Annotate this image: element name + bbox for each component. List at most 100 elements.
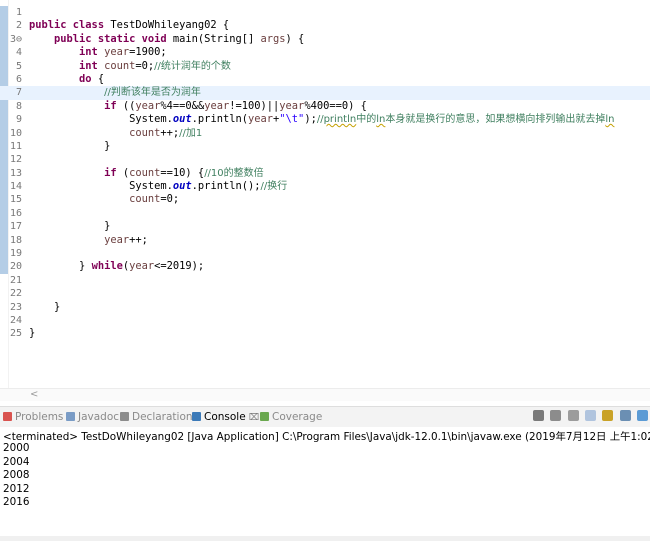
code-text[interactable]: } while(year<=2019); <box>29 260 204 273</box>
line-number: 14 <box>9 181 22 193</box>
remove-launch-icon[interactable] <box>550 410 562 421</box>
code-line[interactable]: 25} <box>0 327 650 340</box>
close-icon[interactable]: ⌧ <box>249 413 259 423</box>
code-line[interactable]: 4 int year=1900; <box>0 46 650 59</box>
display-console-icon[interactable] <box>637 410 648 421</box>
code-text[interactable]: System.out.println();//换行 <box>29 180 287 193</box>
tab-label: Javadoc <box>78 411 120 423</box>
line-number: 23 <box>9 301 22 313</box>
line-number: 20 <box>9 261 22 273</box>
code-text[interactable]: int count=0;//统计润年的个数 <box>29 60 231 73</box>
panel-bottom-edge <box>0 536 650 541</box>
remove-all-icon[interactable] <box>567 410 579 421</box>
code-line[interactable]: 11 } <box>0 140 650 153</box>
code-line[interactable]: 16 <box>0 207 650 220</box>
code-line[interactable]: 23 } <box>0 301 650 314</box>
line-number: 2 <box>15 20 22 32</box>
code-line[interactable]: 5 int count=0;//统计润年的个数 <box>0 60 650 73</box>
console-icon <box>192 412 201 421</box>
line-number: 21 <box>9 274 22 286</box>
line-number: 11 <box>9 140 22 152</box>
view-tab-bar: Problems Javadoc Declaration Console ⌧ Co… <box>0 406 650 428</box>
console-output-line: 2000 <box>3 442 30 454</box>
terminate-icon[interactable] <box>532 410 544 421</box>
code-text[interactable]: System.out.println(year+"\t");//println中… <box>29 113 614 126</box>
console-toolbar <box>530 410 648 424</box>
code-line[interactable]: 6 do { <box>0 73 650 86</box>
tab-declaration[interactable]: Declaration <box>120 407 193 427</box>
code-line[interactable]: 19 <box>0 247 650 260</box>
code-line[interactable]: 14 System.out.println();//换行 <box>0 180 650 193</box>
console-output-line: 2012 <box>3 482 30 495</box>
code-lines[interactable]: 1 2 public class TestDoWhileyang02 {3⊖ pub… <box>0 6 650 341</box>
code-text[interactable]: if ((year%4==0&&year!=100)||year%400==0)… <box>29 100 367 113</box>
line-number: 4 <box>15 47 22 59</box>
code-line[interactable]: 22 <box>0 287 650 300</box>
code-editor[interactable]: 1 2 public class TestDoWhileyang02 {3⊖ pub… <box>0 0 650 401</box>
console-view[interactable]: <terminated> TestDoWhileyang02 [Java App… <box>0 427 650 541</box>
line-number: 24 <box>9 314 22 326</box>
console-output-line: 2016 <box>3 496 30 508</box>
coverage-icon <box>260 412 269 421</box>
line-number: 12 <box>9 154 22 166</box>
tab-javadoc[interactable]: Javadoc <box>66 407 119 427</box>
line-number: 17 <box>9 221 22 233</box>
code-text[interactable]: year++; <box>29 234 148 247</box>
line-number: 9 <box>15 114 22 126</box>
pin-console-icon[interactable] <box>619 410 631 421</box>
code-line[interactable]: 12 <box>0 153 650 166</box>
tab-coverage[interactable]: Coverage <box>260 407 322 427</box>
code-line[interactable]: 8 if ((year%4==0&&year!=100)||year%400==… <box>0 100 650 113</box>
line-number: 19 <box>9 248 22 260</box>
line-number: 1 <box>15 7 22 18</box>
code-text[interactable]: } <box>29 220 110 233</box>
code-line[interactable]: 15 count=0; <box>0 193 650 206</box>
code-line[interactable]: 9 System.out.println(year+"\t");//printl… <box>0 113 650 126</box>
code-text[interactable]: } <box>29 327 35 340</box>
code-line[interactable]: 13 if (count==10) {//10的整数倍 <box>0 167 650 180</box>
line-number: 15 <box>9 194 22 206</box>
clear-console-icon[interactable] <box>584 410 596 421</box>
line-number: 5 <box>15 60 22 72</box>
code-line[interactable]: 10 count++;//加1 <box>0 127 650 140</box>
code-line[interactable]: 17 } <box>0 220 650 233</box>
line-number: 10 <box>9 127 22 139</box>
line-number: 16 <box>9 207 22 219</box>
tab-problems[interactable]: Problems <box>3 407 63 427</box>
scroll-left-icon[interactable]: < <box>30 389 38 401</box>
tab-label: Problems <box>15 411 64 423</box>
code-line[interactable]: 1 <box>0 6 650 19</box>
javadoc-icon <box>66 412 75 421</box>
horizontal-scrollbar[interactable]: < <box>0 388 650 401</box>
line-number: 18 <box>9 234 22 246</box>
line-number: 6 <box>15 73 22 85</box>
code-text[interactable]: public class TestDoWhileyang02 { <box>29 19 229 32</box>
code-line[interactable]: 3⊖ public static void main(String[] args… <box>0 33 650 46</box>
line-number: 22 <box>9 288 22 300</box>
code-line[interactable]: 7 //判断该年是否为润年 <box>0 86 650 100</box>
code-line[interactable]: 18 year++; <box>0 234 650 247</box>
code-line[interactable]: 24 <box>0 314 650 327</box>
code-text[interactable]: if (count==10) {//10的整数倍 <box>29 167 264 180</box>
code-text[interactable]: //判断该年是否为润年 <box>29 86 201 99</box>
declaration-icon <box>120 412 129 421</box>
code-text[interactable]: count++;//加1 <box>29 127 202 140</box>
line-number: 25 <box>9 328 22 340</box>
code-text[interactable]: int year=1900; <box>29 46 167 59</box>
tab-console[interactable]: Console ⌧ <box>192 407 259 427</box>
code-text[interactable]: do { <box>29 73 104 86</box>
console-output-line: 2008 <box>3 469 30 481</box>
console-output-line: 2004 <box>3 455 30 468</box>
code-text[interactable]: } <box>29 140 110 153</box>
code-line[interactable]: 2 public class TestDoWhileyang02 { <box>0 19 650 32</box>
scroll-lock-icon[interactable] <box>602 410 614 421</box>
code-text[interactable]: public static void main(String[] args) { <box>29 33 304 46</box>
line-number: 7 <box>15 87 22 99</box>
console-status-line: <terminated> TestDoWhileyang02 [Java App… <box>3 431 650 443</box>
console-output: 2000 2004 2008 2012 2016 <box>3 442 29 510</box>
code-line[interactable]: 21 <box>0 274 650 287</box>
code-text[interactable]: } <box>29 301 60 314</box>
code-text[interactable]: count=0; <box>29 193 179 206</box>
tab-label: Declaration <box>132 411 193 423</box>
code-line[interactable]: 20 } while(year<=2019); <box>0 260 650 273</box>
